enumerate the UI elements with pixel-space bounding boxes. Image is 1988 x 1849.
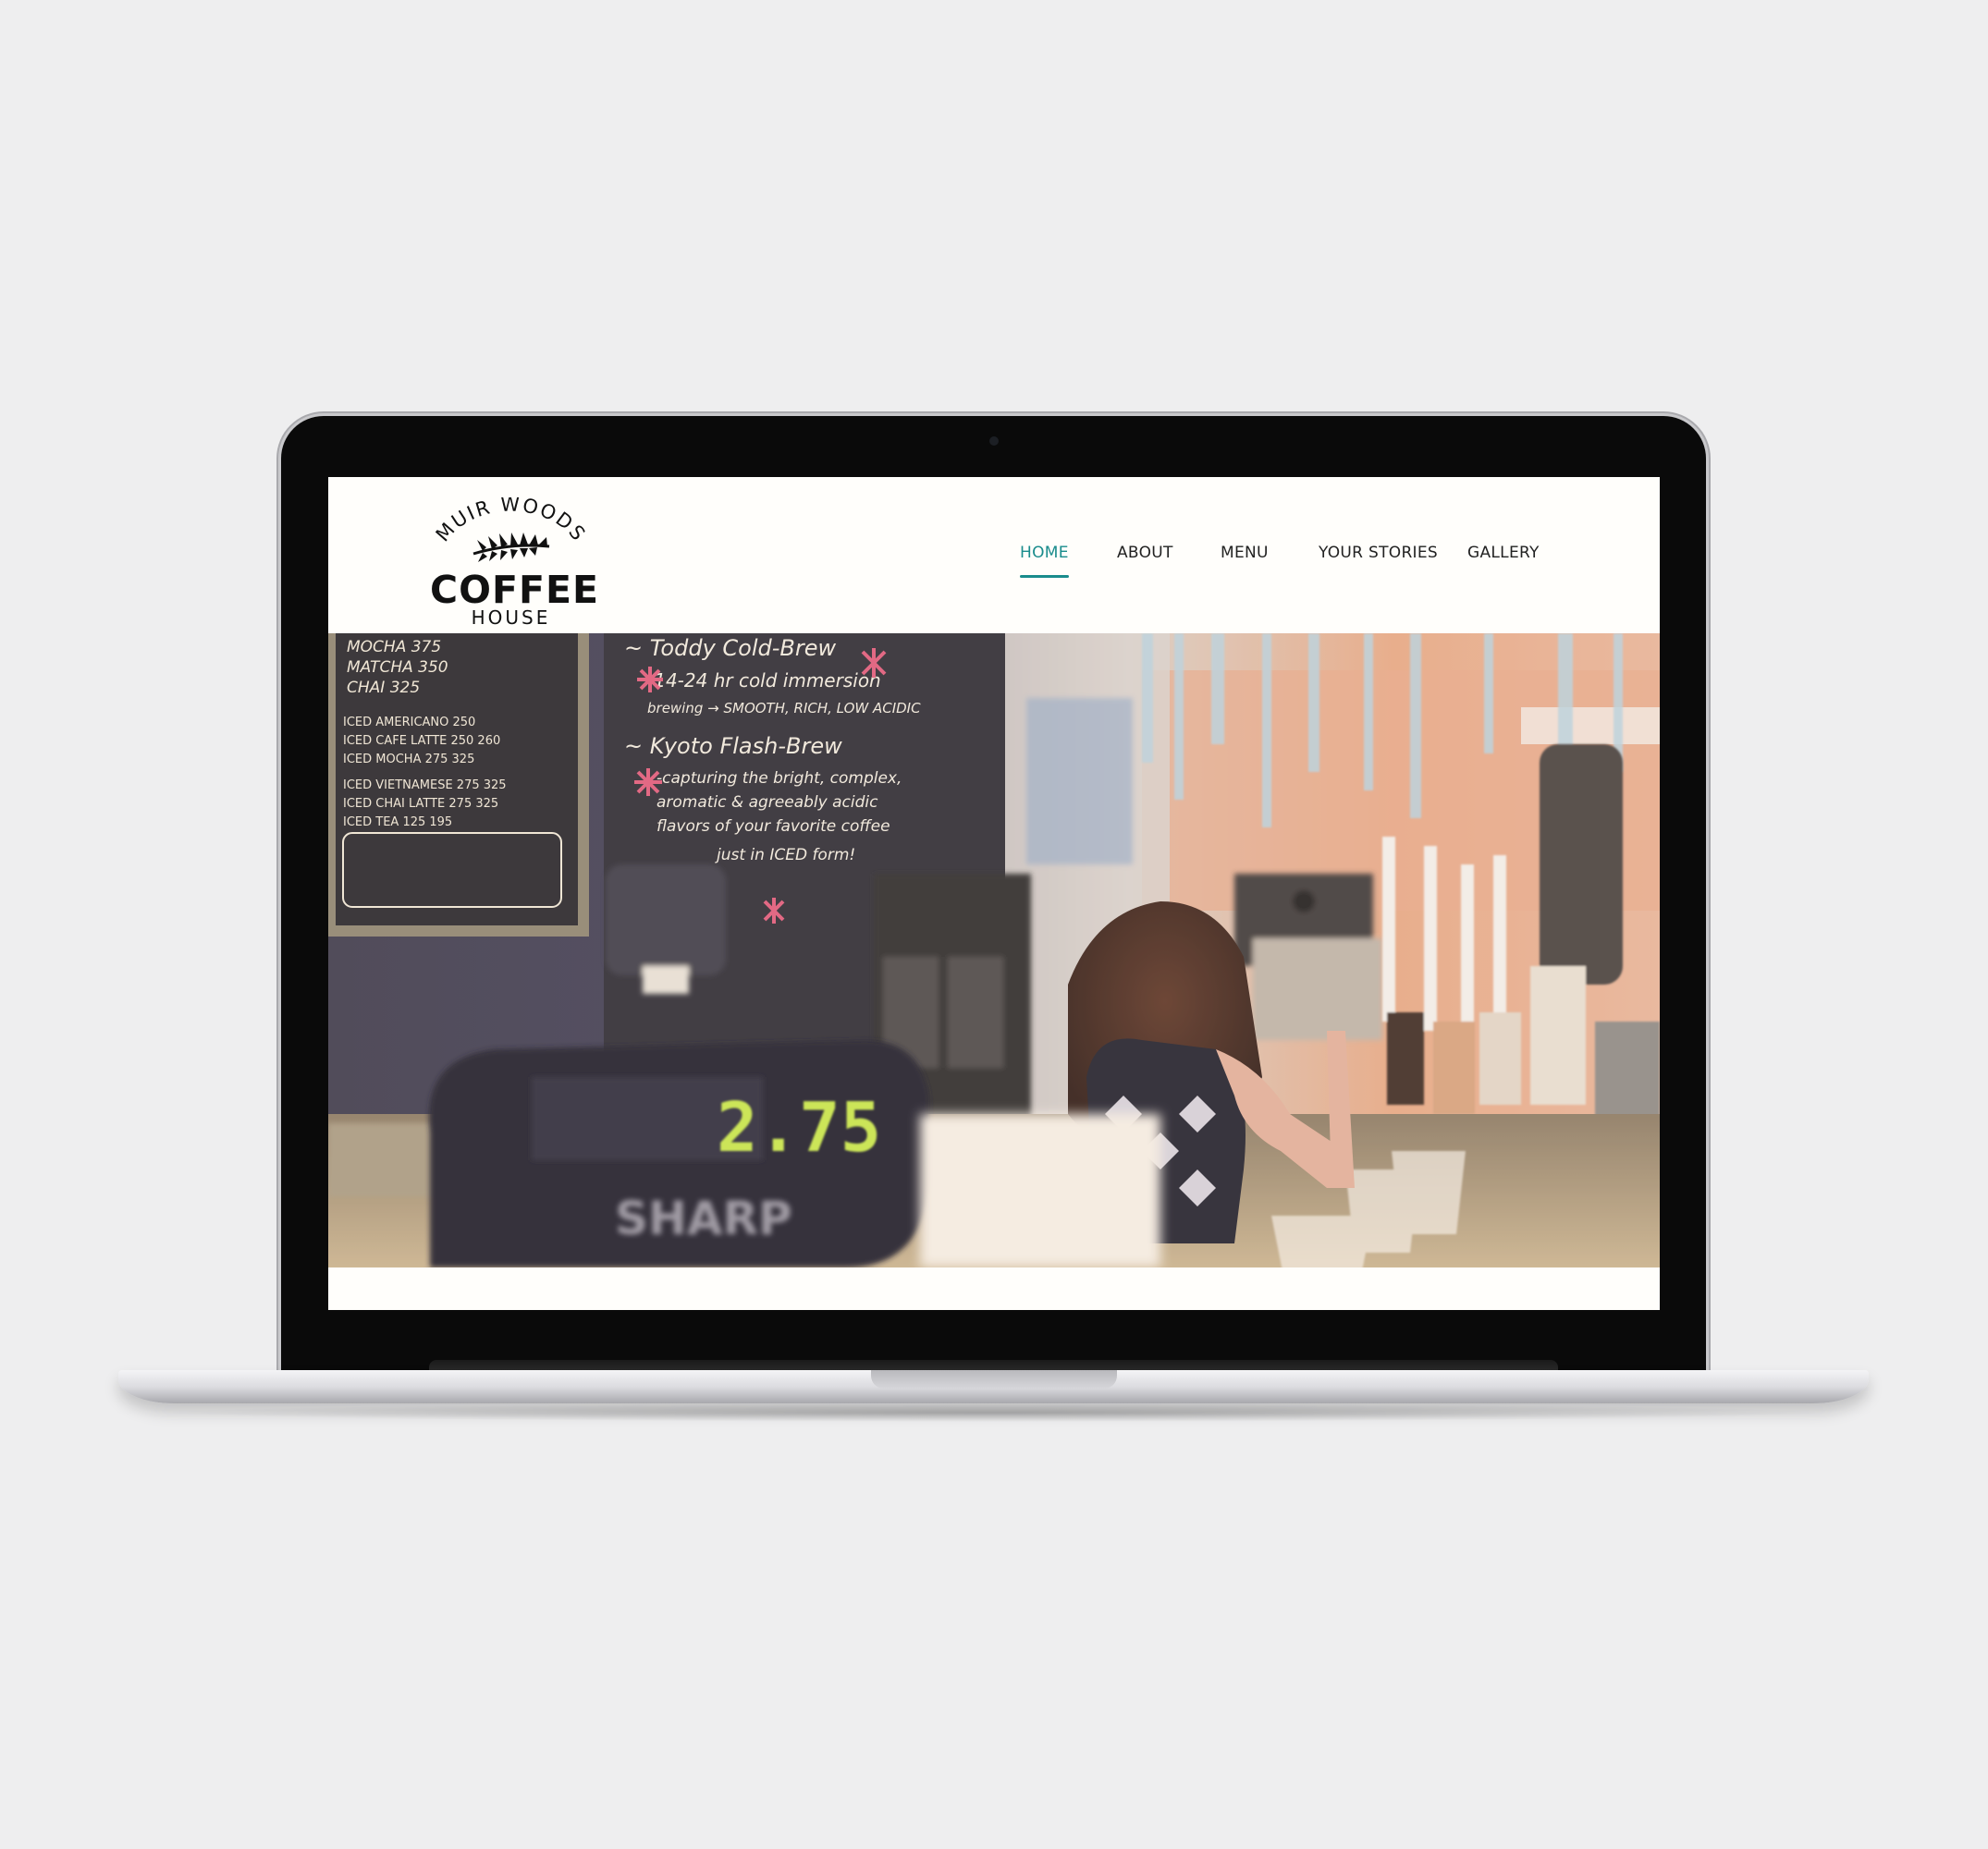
active-indicator: [1020, 575, 1069, 578]
nav-item-label: YOUR STORIES: [1319, 544, 1439, 562]
logo-house-text: HOUSE: [471, 606, 551, 629]
nav-item-gallery[interactable]: GALLERY: [1467, 544, 1540, 599]
nav-item-label: MENU: [1221, 544, 1269, 562]
mockup-stage: MUIR WOODS COFFEE HOUSE HOME ABOUT MENU …: [0, 0, 1988, 1849]
nav-item-your-stories[interactable]: YOUR STORIES: [1319, 544, 1438, 599]
nav-item-about[interactable]: ABOUT: [1117, 544, 1173, 599]
webcam-icon: [988, 436, 999, 446]
nav-item-label: HOME: [1020, 544, 1069, 562]
nav-item-label: GALLERY: [1467, 544, 1540, 562]
laptop-base: [118, 1370, 1869, 1403]
nav-item-label: ABOUT: [1117, 544, 1173, 562]
hero-image: MOCHA 375 MATCHA 350 CHAI 325 ICED AMERI…: [328, 633, 1660, 1267]
nav-item-home[interactable]: HOME: [1020, 544, 1069, 599]
laptop-notch: [870, 1370, 1117, 1389]
nav-item-menu[interactable]: MENU: [1221, 544, 1269, 599]
hero-photo-barista: MOCHA 375 MATCHA 350 CHAI 325 ICED AMERI…: [328, 633, 1660, 1267]
site-header: MUIR WOODS COFFEE HOUSE HOME ABOUT MENU …: [328, 477, 1660, 633]
main-nav: HOME ABOUT MENU YOUR STORIES GALLERY: [328, 544, 1660, 599]
laptop-screen: MUIR WOODS COFFEE HOUSE HOME ABOUT MENU …: [328, 477, 1660, 1310]
laptop-shadow: [157, 1403, 1831, 1422]
